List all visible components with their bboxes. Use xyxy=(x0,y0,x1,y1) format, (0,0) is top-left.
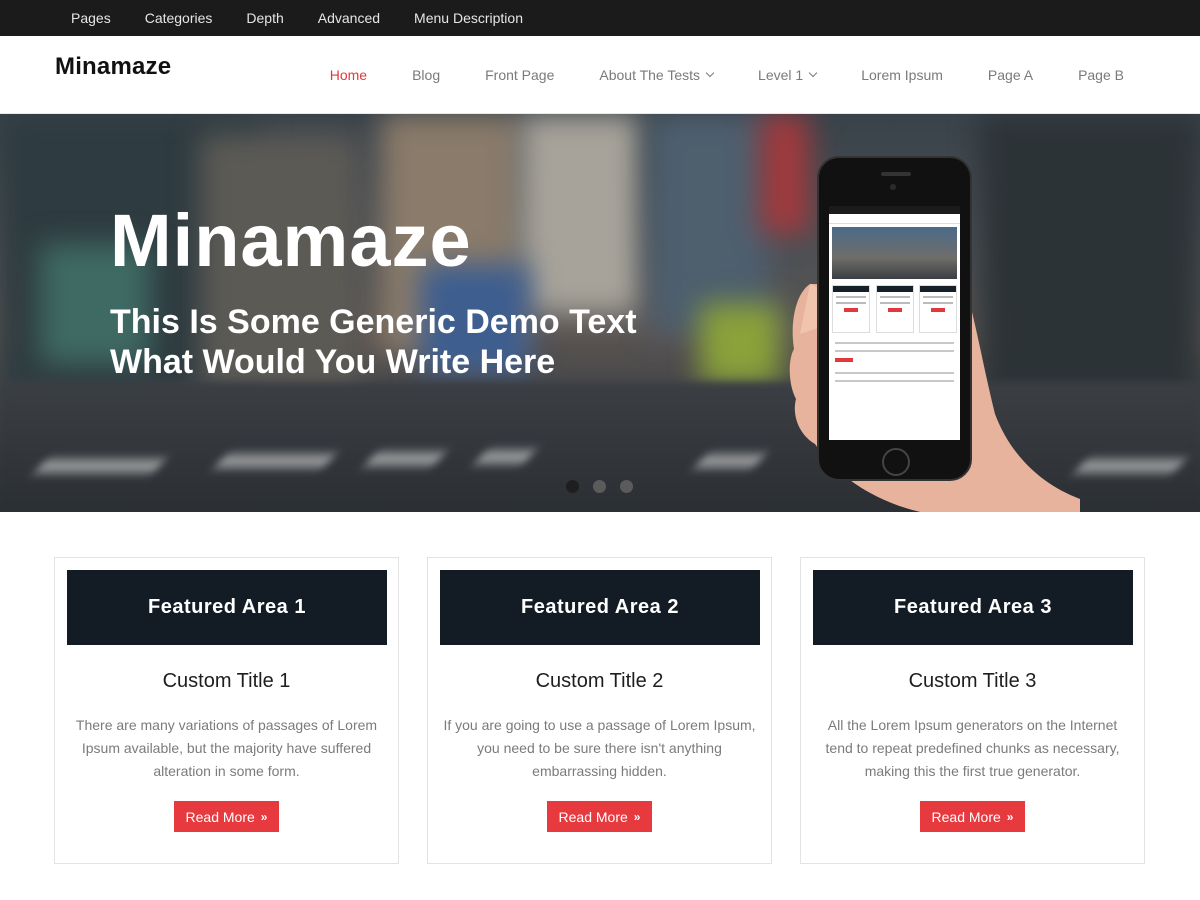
nav-item-home[interactable]: Home xyxy=(330,67,367,83)
mini-hero xyxy=(832,227,957,279)
featured-card-1: Featured Area 1 Custom Title 1 There are… xyxy=(54,557,399,864)
nav-item-front-page[interactable]: Front Page xyxy=(485,67,554,83)
background-building xyxy=(520,114,640,314)
crosswalk-stripe xyxy=(695,454,765,468)
mini-cards xyxy=(829,282,960,336)
hero-subtitle-line: What Would You Write Here xyxy=(110,343,556,381)
top-menu-bar: Pages Categories Depth Advanced Menu Des… xyxy=(0,0,1200,36)
chevron-down-icon xyxy=(705,68,715,78)
nav-item-label: About The Tests xyxy=(599,67,701,83)
nav-item-page-b[interactable]: Page B xyxy=(1078,67,1124,83)
mini-text-line xyxy=(835,350,954,352)
featured-banner: Featured Area 2 xyxy=(440,570,760,645)
featured-card-3: Featured Area 3 Custom Title 3 All the L… xyxy=(800,557,1145,864)
phone-camera xyxy=(890,184,896,190)
top-menu: Pages Categories Depth Advanced Menu Des… xyxy=(0,0,1200,36)
crosswalk-stripe xyxy=(1075,459,1185,473)
slider-dot-2[interactable] xyxy=(593,480,606,493)
nav-item-page-a[interactable]: Page A xyxy=(988,67,1033,83)
hero-subtitle-line: This Is Some Generic Demo Text xyxy=(110,303,637,341)
featured-banner: Featured Area 3 xyxy=(813,570,1133,645)
site-header: Minamaze Home Blog Front Page About The … xyxy=(0,36,1200,114)
read-more-label: Read More xyxy=(185,808,255,825)
crosswalk-stripe xyxy=(475,450,535,464)
read-more-button[interactable]: Read More » xyxy=(920,801,1025,832)
featured-card-2: Featured Area 2 Custom Title 2 If you ar… xyxy=(427,557,772,864)
top-menu-item-categories[interactable]: Categories xyxy=(145,10,213,26)
slider-dot-3[interactable] xyxy=(620,480,633,493)
nav-item-lorem-ipsum[interactable]: Lorem Ipsum xyxy=(861,67,943,83)
double-chevron-right-icon: » xyxy=(260,809,268,824)
nav-item-label: Page A xyxy=(987,67,1034,83)
top-menu-item-menu-description[interactable]: Menu Description xyxy=(414,10,523,26)
hero-title: Minamaze xyxy=(110,199,472,282)
phone-speaker xyxy=(881,172,911,176)
read-more-label: Read More xyxy=(558,808,628,825)
hero-subtitle: This Is Some Generic Demo Text What Woul… xyxy=(110,302,710,382)
mini-text-line xyxy=(835,342,954,344)
read-more-button[interactable]: Read More » xyxy=(174,801,279,832)
background-sign xyxy=(760,114,810,234)
site-logo[interactable]: Minamaze xyxy=(55,53,171,81)
top-menu-item-pages[interactable]: Pages xyxy=(71,10,111,26)
nav-item-about-the-tests[interactable]: About The Tests xyxy=(599,67,715,83)
mini-topbar xyxy=(829,206,960,214)
featured-banner: Featured Area 1 xyxy=(67,570,387,645)
double-chevron-right-icon: » xyxy=(633,809,641,824)
mini-text-line xyxy=(835,380,954,382)
hero-slider: Minamaze This Is Some Generic Demo Text … xyxy=(0,114,1200,512)
mini-text-line xyxy=(835,372,954,374)
featured-text: All the Lorem Ipsum generators on the In… xyxy=(825,717,1120,779)
phone-screen xyxy=(829,206,960,440)
nav-item-label: Front Page xyxy=(485,67,555,83)
mini-button xyxy=(835,358,853,362)
slider-pagination xyxy=(566,480,647,493)
featured-text: There are many variations of passages of… xyxy=(75,717,378,779)
nav-item-label: Page B xyxy=(1078,67,1124,83)
background-figure xyxy=(700,304,780,384)
nav-item-label: Blog xyxy=(412,67,441,83)
chevron-down-icon xyxy=(808,68,818,78)
featured-title: Custom Title 1 xyxy=(162,670,291,692)
nav-item-label: Lorem Ipsum xyxy=(861,67,943,83)
read-more-label: Read More xyxy=(931,808,1001,825)
mini-header xyxy=(829,214,960,224)
crosswalk-stripe xyxy=(215,454,335,468)
mini-card xyxy=(875,285,914,333)
crosswalk-stripe xyxy=(365,452,445,466)
nav-item-label: Level 1 xyxy=(758,67,804,83)
nav-item-blog[interactable]: Blog xyxy=(412,67,440,83)
read-more-button[interactable]: Read More » xyxy=(547,801,652,832)
top-menu-item-depth[interactable]: Depth xyxy=(246,10,283,26)
nav-item-label: Home xyxy=(329,67,368,83)
phone-home-button xyxy=(882,448,910,476)
slider-dot-1[interactable] xyxy=(566,480,579,493)
nav-item-level-1[interactable]: Level 1 xyxy=(758,67,818,83)
top-menu-item-advanced[interactable]: Advanced xyxy=(318,10,380,26)
crosswalk-stripe xyxy=(35,459,165,473)
double-chevron-right-icon: » xyxy=(1006,809,1014,824)
phone-mockup xyxy=(817,156,972,481)
mini-card xyxy=(919,285,957,333)
featured-title: Custom Title 2 xyxy=(535,670,664,692)
background-building xyxy=(650,114,770,334)
mini-card xyxy=(832,285,870,333)
main-nav: Home Blog Front Page About The Tests Lev… xyxy=(285,36,1124,114)
featured-text: If you are going to use a passage of Lor… xyxy=(443,717,756,779)
featured-title: Custom Title 3 xyxy=(908,670,1037,692)
